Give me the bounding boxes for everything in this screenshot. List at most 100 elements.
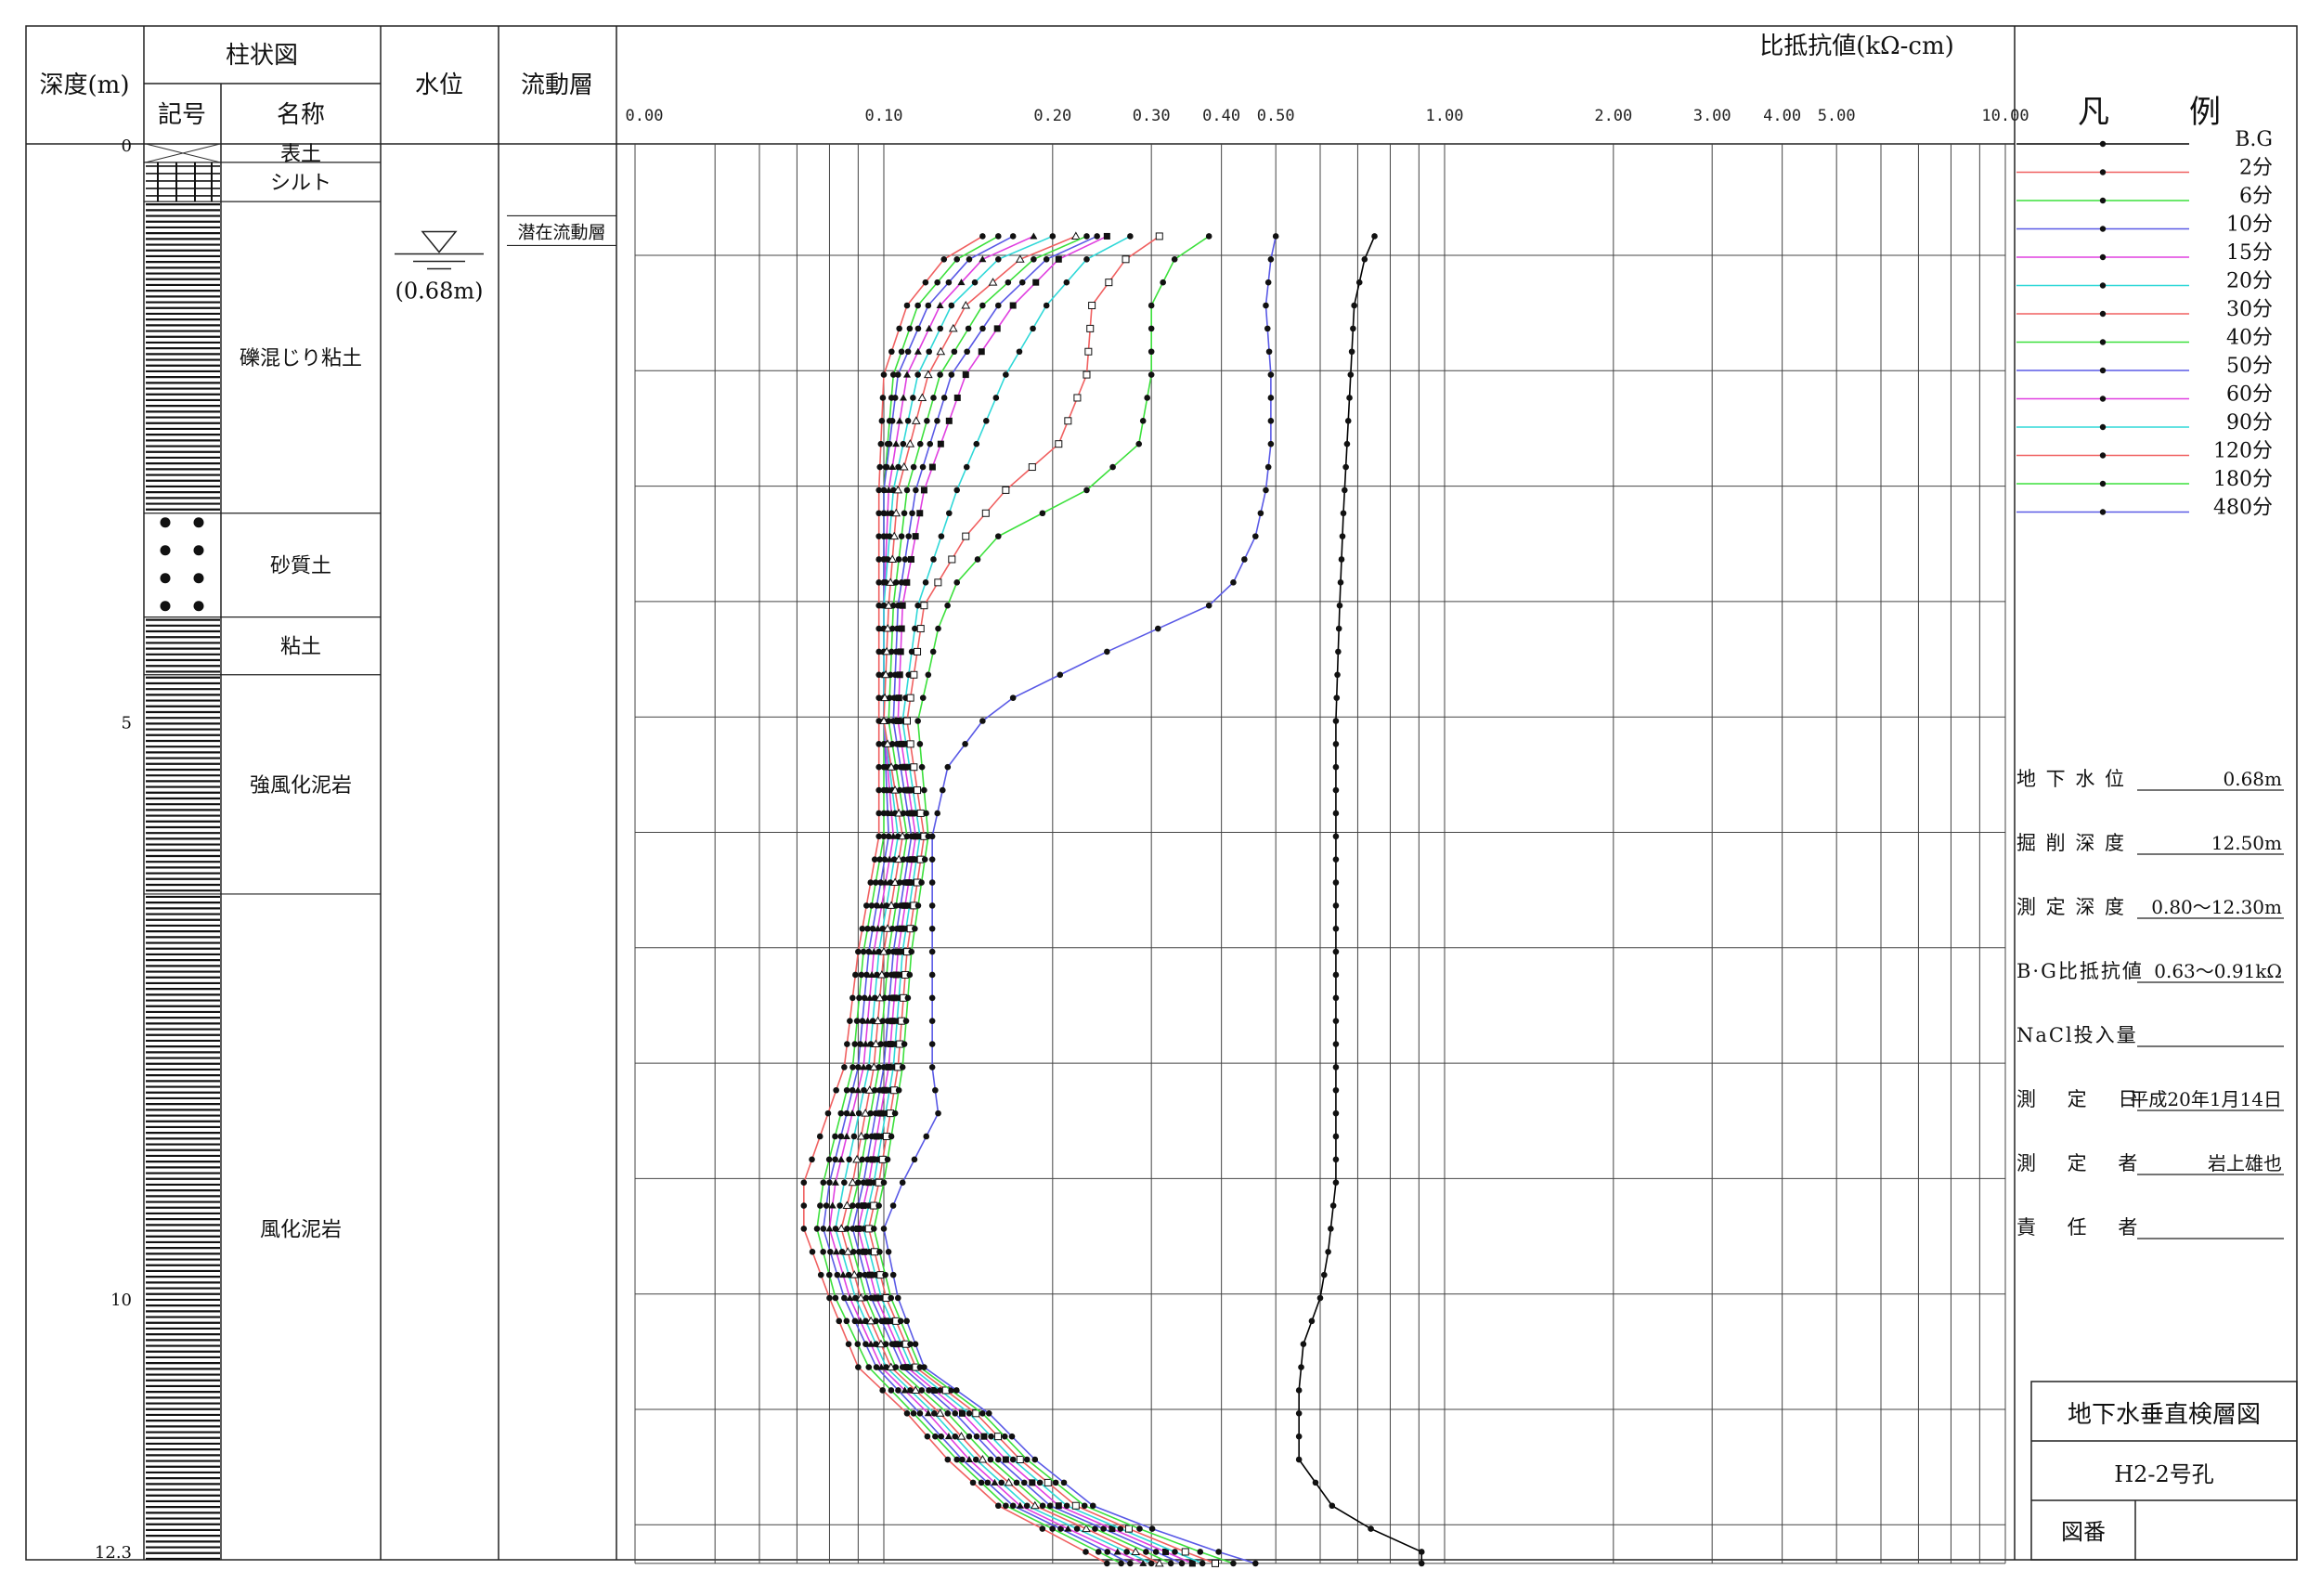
data-point <box>884 1156 891 1163</box>
data-point <box>1241 556 1248 563</box>
data-point <box>902 1018 910 1024</box>
data-point <box>892 440 901 448</box>
data-point <box>1332 1018 1340 1024</box>
data-point <box>860 948 867 955</box>
data-point <box>934 418 940 424</box>
data-point <box>978 1479 985 1486</box>
data-point <box>820 1179 827 1186</box>
data-point <box>817 1271 824 1278</box>
data-point <box>914 647 922 655</box>
data-point <box>1332 948 1340 955</box>
data-point <box>923 1133 930 1140</box>
data-point <box>1020 1479 1028 1486</box>
legend-entry: 50分 <box>2016 355 2273 378</box>
data-point <box>1030 325 1036 332</box>
data-point <box>910 463 917 471</box>
data-point <box>1418 1560 1425 1567</box>
data-point <box>841 1064 848 1070</box>
stratum-name: 砂質土 <box>270 555 331 578</box>
data-point <box>914 602 921 609</box>
info-label: 地 下 水 位 <box>2016 768 2126 790</box>
data-point <box>928 1064 936 1070</box>
data-point <box>1028 463 1036 472</box>
data-point <box>841 1294 848 1302</box>
data-point <box>982 418 990 424</box>
legend-entry: 10分 <box>2016 214 2273 237</box>
data-point <box>948 302 955 309</box>
data-point <box>855 1109 862 1117</box>
data-point <box>800 1179 808 1186</box>
data-point <box>934 810 941 817</box>
data-point <box>939 786 946 794</box>
data-point <box>906 971 914 979</box>
data-point <box>892 579 900 586</box>
data-point <box>898 348 905 356</box>
data-point <box>904 348 912 356</box>
data-point <box>1337 579 1344 586</box>
data-point <box>1009 302 1017 309</box>
stratum-name: 粘土 <box>280 636 321 659</box>
x-tick-label: 0.10 <box>865 107 903 125</box>
data-point <box>1332 718 1340 724</box>
data-point <box>1257 510 1264 517</box>
x-tick-label: 2.00 <box>1594 107 1632 125</box>
data-point <box>1063 1502 1070 1510</box>
data-point <box>1267 256 1275 263</box>
data-point <box>924 418 930 424</box>
data-point <box>1272 233 1279 240</box>
stratum-name: 礫混じり粘土 <box>240 347 362 370</box>
data-point <box>826 1294 833 1302</box>
data-point <box>1361 256 1368 263</box>
data-point <box>928 879 936 886</box>
data-point <box>1009 1456 1017 1463</box>
data-point <box>959 1456 966 1463</box>
data-point <box>988 1433 994 1440</box>
data-point <box>854 1341 862 1348</box>
data-point <box>846 1156 852 1163</box>
info-label: 測 定 者 <box>2016 1152 2139 1174</box>
data-point <box>1084 347 1093 356</box>
strata-column: 表土シルト礫混じり粘土砂質土粘土強風化泥岩風化泥岩 <box>144 143 381 1561</box>
data-point <box>1083 1549 1089 1555</box>
data-point <box>896 417 904 424</box>
data-point <box>1332 786 1340 794</box>
data-point <box>1148 1525 1156 1532</box>
header-resistivity: 比抵抗値(kΩ-cm) <box>1759 32 1954 60</box>
data-point <box>888 348 895 356</box>
data-point <box>1155 232 1163 240</box>
data-point <box>938 533 945 539</box>
data-point <box>1332 1156 1340 1163</box>
data-point <box>825 1225 834 1232</box>
data-point <box>1083 233 1090 240</box>
data-point <box>927 440 934 448</box>
data-point <box>1264 325 1271 332</box>
data-point <box>1332 971 1340 979</box>
series-line <box>1298 236 1423 1564</box>
data-point <box>1046 1502 1054 1510</box>
data-point <box>900 440 907 448</box>
data-point <box>962 371 969 379</box>
data-point <box>1127 233 1134 240</box>
info-label: 掘 削 深 度 <box>2016 832 2126 854</box>
data-point <box>1197 1549 1204 1555</box>
depth-label: 10 <box>110 1291 132 1310</box>
data-point <box>917 393 927 401</box>
data-point <box>966 1410 973 1417</box>
data-point <box>1335 648 1342 655</box>
data-point <box>903 1410 911 1417</box>
data-point <box>903 1317 910 1325</box>
x-tick-label: 0.40 <box>1202 107 1240 125</box>
data-point <box>992 395 1000 401</box>
data-point <box>836 1317 843 1325</box>
data-point <box>1329 1202 1337 1209</box>
data-point <box>911 416 921 424</box>
data-point <box>993 325 1001 332</box>
data-point <box>937 325 944 332</box>
data-point <box>953 579 961 586</box>
info-row: 責 任 者 <box>2016 1216 2284 1239</box>
data-point <box>1332 1064 1340 1070</box>
data-point <box>1143 1549 1149 1555</box>
data-point <box>928 994 936 1002</box>
data-point <box>912 1341 919 1348</box>
data-point <box>948 323 958 332</box>
